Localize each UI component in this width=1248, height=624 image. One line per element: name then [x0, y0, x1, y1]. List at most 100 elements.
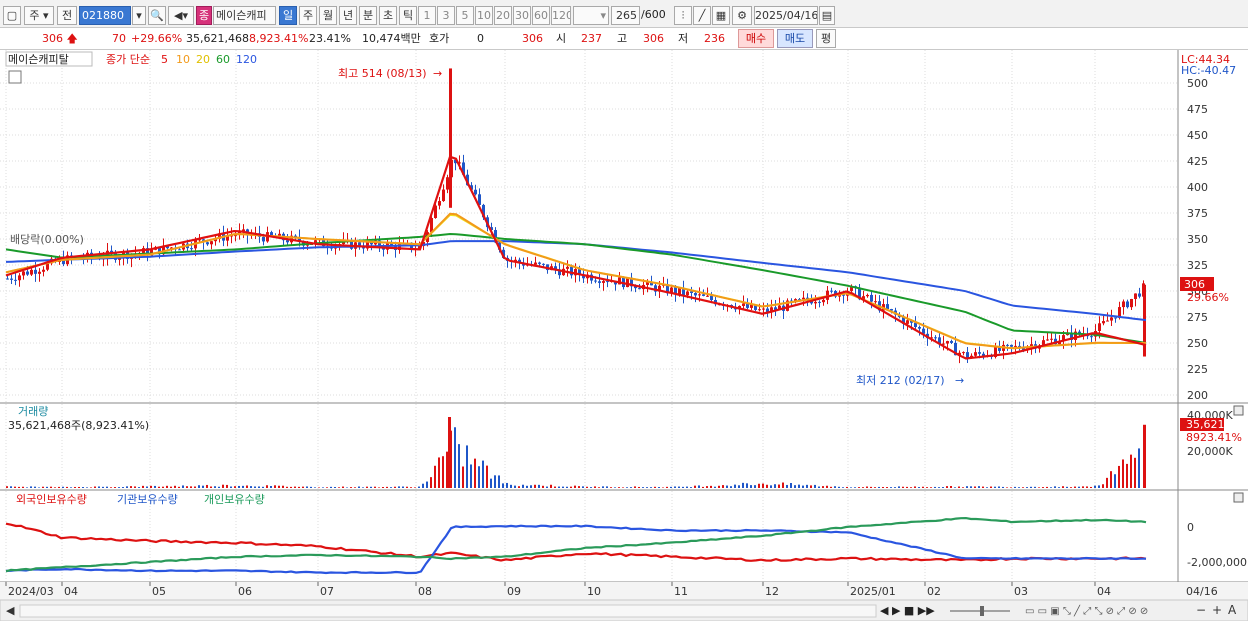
calendar-icon[interactable]: ▤ [819, 6, 835, 25]
quote-volume-pct: 8,923.41% [249, 32, 309, 45]
gear-icon[interactable]: ⚙ [732, 6, 752, 25]
volume-bar-199 [802, 485, 804, 488]
prev-button[interactable]: 전 [57, 6, 77, 25]
volume-bar-68 [278, 485, 280, 488]
chart-area: → → 500 475 450 425 400 375 350 325 300 275 250 225 2… [0, 50, 1248, 622]
volume-bar-113 [458, 444, 460, 488]
bottom-tools[interactable]: ◀ ▶ ■ ▶▶ [880, 604, 935, 617]
sell-button[interactable]: 매도 [777, 29, 813, 48]
volume-bar-18 [78, 486, 80, 488]
count-custom-dropdown[interactable]: ▾ [573, 6, 609, 25]
scroll-left-icon[interactable]: ◀ [6, 604, 15, 617]
count-120[interactable]: 120 [551, 6, 571, 25]
volume-bar-56 [230, 486, 232, 488]
count-30[interactable]: 30 [513, 6, 531, 25]
volume-bar-16 [70, 487, 72, 488]
scrollbar-track[interactable] [19, 604, 877, 618]
range-total: /600 [641, 8, 666, 21]
volume-value: 35,621,468주(8,923.41%) [8, 419, 149, 432]
tab-tick[interactable]: 틱 [399, 6, 417, 25]
volume-bar-132 [534, 484, 536, 488]
volume-bar-252 [1014, 486, 1016, 488]
volume-bar-142 [574, 485, 576, 488]
range-input[interactable]: 265 [611, 6, 640, 25]
volume-bar-243 [978, 486, 980, 488]
volume-bar-214 [862, 487, 864, 488]
calc-icon[interactable] [8, 70, 22, 84]
volume-bar-127 [514, 485, 516, 488]
grid-icon[interactable]: ▦ [712, 6, 730, 25]
tab-year[interactable]: 년 [339, 6, 357, 25]
chart-svg[interactable]: →→ 5004754504254003753503253002752502252… [0, 50, 1248, 622]
date-input[interactable]: 2025/04/16 [754, 6, 818, 25]
zoom-minus-icon[interactable]: − [1196, 603, 1206, 617]
volume-close-icon[interactable] [1233, 405, 1244, 416]
price-tick-325: 325 [1187, 259, 1208, 272]
quote-bar: 306 🡅 70 +29.66% 35,621,468 8,923.41% 23… [0, 28, 1248, 50]
tab-minute[interactable]: 분 [359, 6, 377, 25]
window-icon[interactable]: ▢ [3, 6, 21, 25]
volume-bar-43 [178, 486, 180, 488]
volume-bar-115 [466, 445, 468, 488]
candle-body-5 [26, 271, 29, 275]
volume-bar-58 [238, 485, 240, 488]
candle-icon[interactable]: ⫶ [674, 6, 692, 25]
buy-button[interactable]: 매수 [738, 29, 774, 48]
vol-last-pct: 8923.41% [1186, 431, 1242, 444]
tool-icons[interactable]: ▭ ▭ ▣ ⤡ ╱ ⤢ ⤡ ⊘ ⤢ ⊘ ⊘ [1025, 604, 1148, 617]
font-size-icon[interactable]: A [1228, 603, 1237, 617]
holdings-close-icon[interactable] [1233, 492, 1244, 503]
count-60[interactable]: 60 [532, 6, 550, 25]
volume-bar-59 [242, 485, 244, 488]
candle-body-10 [46, 263, 49, 270]
volume-bar-273 [1098, 485, 1100, 488]
speaker-icon[interactable]: ◀▾ [168, 6, 194, 25]
ask-value: 0 [477, 32, 484, 45]
hold-tick-0: 0 [1187, 521, 1194, 534]
institution-holdings-label: 기관보유수량 [117, 493, 178, 506]
volume-bar-189 [762, 483, 764, 488]
code-dropdown-icon[interactable]: ▾ [132, 6, 146, 25]
count-5[interactable]: 5 [456, 6, 474, 25]
volume-bar-22 [94, 486, 96, 488]
volume-bar-274 [1102, 484, 1104, 488]
tab-month[interactable]: 월 [319, 6, 337, 25]
search-icon[interactable]: 🔍 [148, 6, 166, 25]
candle-body-225 [906, 320, 909, 324]
candle-body-276 [1110, 317, 1113, 321]
count-20[interactable]: 20 [494, 6, 512, 25]
volume-bar-168 [678, 486, 680, 488]
zoom-plus-icon[interactable]: + [1212, 603, 1222, 617]
volume-bar-38 [158, 486, 160, 488]
candle-body-217 [874, 301, 877, 303]
volume-bar-200 [806, 484, 808, 488]
volume-bar-35 [146, 486, 148, 488]
volume-bar-26 [110, 487, 112, 488]
count-3[interactable]: 3 [437, 6, 455, 25]
count-10[interactable]: 10 [475, 6, 493, 25]
candle-body-283 [1138, 293, 1141, 297]
volume-bar-118 [478, 466, 480, 488]
tab-week[interactable]: 주 [299, 6, 317, 25]
period-select[interactable]: 주 ▾ [24, 6, 54, 25]
volume-bar-235 [946, 486, 948, 488]
stock-code-input[interactable]: 021880 [79, 6, 131, 25]
candle-body-172 [694, 292, 697, 296]
volume-bar-134 [542, 485, 544, 488]
volume-bar-107 [434, 465, 436, 488]
volume-bar-242 [974, 486, 976, 488]
tab-day[interactable]: 일 [279, 6, 297, 25]
volume-bar-282 [1134, 457, 1136, 488]
volume-bar-126 [510, 484, 512, 488]
ask-label: 호가 [429, 32, 450, 45]
draw-line-icon[interactable]: ╱ [693, 6, 711, 25]
volume-bar-172 [694, 485, 696, 488]
avg-button[interactable]: 평 [816, 29, 836, 48]
zoom-slider-handle[interactable] [980, 606, 984, 616]
volume-bar-236 [950, 486, 952, 488]
tab-second[interactable]: 초 [379, 6, 397, 25]
quote-change: 70 [112, 32, 126, 45]
count-1[interactable]: 1 [418, 6, 436, 25]
volume-bar-192 [774, 484, 776, 488]
volume-bar-209 [842, 487, 844, 488]
